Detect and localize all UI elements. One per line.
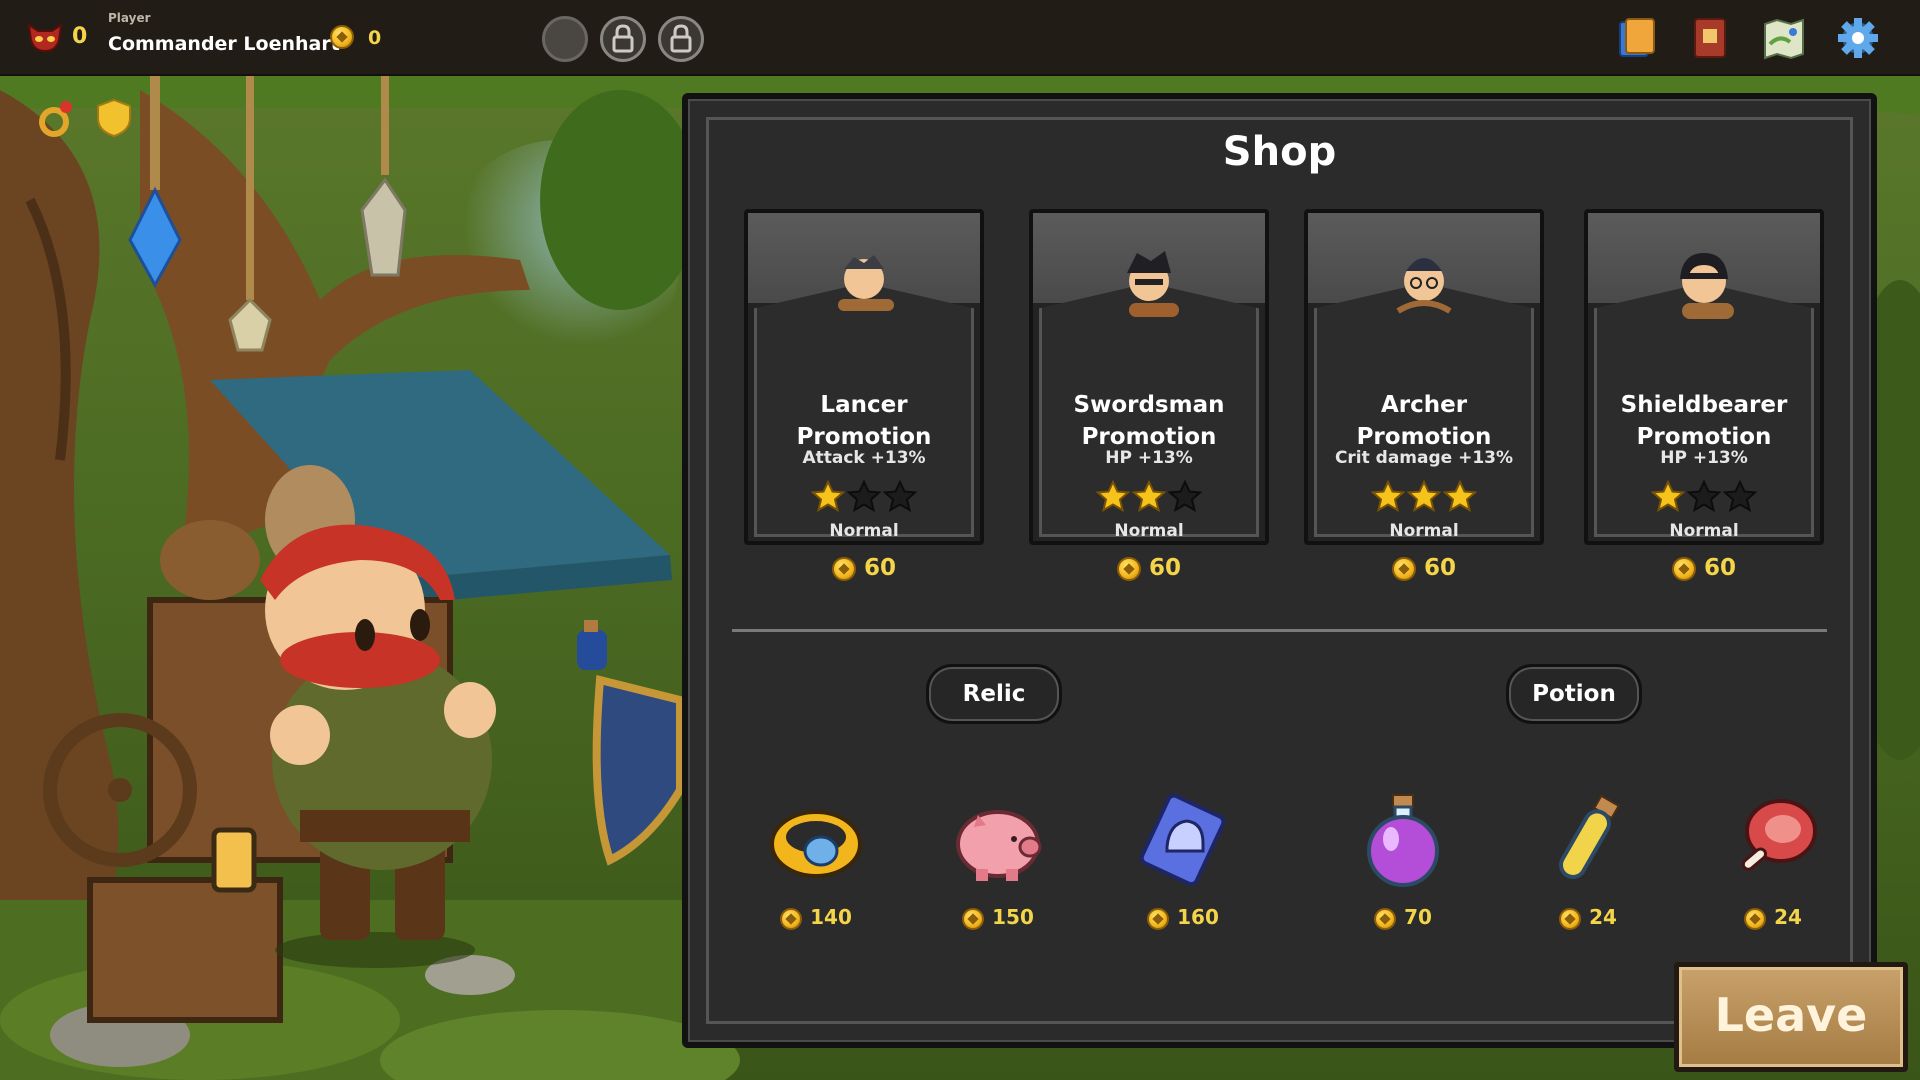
- card-rarity: Normal: [1669, 521, 1739, 541]
- item-price-value: 24: [1774, 905, 1802, 929]
- card-rarity: Normal: [829, 521, 899, 541]
- item-price-value: 150: [992, 905, 1034, 929]
- section-divider: [732, 629, 1827, 632]
- locked-slot[interactable]: [600, 16, 646, 62]
- card-price-value: 60: [1148, 555, 1181, 581]
- yellow-vial-icon: [1559, 794, 1621, 879]
- shop-item[interactable]: 150: [933, 789, 1063, 930]
- star-filled-icon: [1651, 480, 1685, 512]
- card-star-rating: [1033, 480, 1265, 516]
- item-price-value: 160: [1177, 905, 1219, 929]
- card-star-rating: [1308, 480, 1540, 516]
- item-price-value: 140: [810, 905, 852, 929]
- gold-coin-icon: [1374, 907, 1397, 930]
- star-filled-icon: [1132, 480, 1166, 512]
- piggy-bank-icon: [956, 810, 1042, 881]
- star-empty-icon: [883, 480, 917, 512]
- troop-count: 0: [72, 24, 88, 49]
- star-empty-icon: [1687, 480, 1721, 512]
- demon-mask-icon: [27, 22, 63, 53]
- card-effect: Crit damage +13%: [1334, 448, 1514, 468]
- item-price: 24: [1523, 905, 1653, 930]
- card-star-rating: [1588, 480, 1820, 516]
- star-filled-icon: [1371, 480, 1405, 512]
- star-empty-icon: [1168, 480, 1202, 512]
- shop-card-archer[interactable]: Archer Promotion Crit damage +13% Normal: [1304, 209, 1544, 545]
- leave-button[interactable]: Leave: [1674, 962, 1908, 1072]
- card-star-rating: [748, 480, 980, 516]
- item-price-value: 70: [1404, 905, 1432, 929]
- star-filled-icon: [1443, 480, 1477, 512]
- gold-coin-icon: [1671, 556, 1696, 581]
- gold-coin-icon: [1744, 907, 1767, 930]
- gold-count: 0: [368, 27, 382, 49]
- gold-coin-icon: [1116, 556, 1141, 581]
- gold-coin-icon: [1559, 907, 1582, 930]
- card-deck-icon[interactable]: [1612, 14, 1660, 62]
- card-effect: HP +13%: [1105, 448, 1193, 468]
- card-effect: HP +13%: [1660, 448, 1748, 468]
- star-empty-icon: [1723, 480, 1757, 512]
- item-price: 160: [1118, 905, 1248, 930]
- shop-item[interactable]: 70: [1338, 789, 1468, 930]
- shieldbearer-portrait-icon: [1680, 253, 1734, 319]
- item-price: 70: [1338, 905, 1468, 930]
- card-price: 60: [1304, 555, 1544, 581]
- shop-item[interactable]: 24: [1708, 789, 1838, 930]
- card-price: 60: [1584, 555, 1824, 581]
- card-price: 60: [744, 555, 984, 581]
- gold-coin-icon: [1147, 907, 1170, 930]
- empty-slot[interactable]: [542, 16, 588, 62]
- map-icon[interactable]: [1760, 14, 1808, 62]
- golden-ring-icon: [770, 810, 862, 878]
- shop-card-swordsman[interactable]: Swordsman Promotion HP +13% Normal: [1029, 209, 1269, 545]
- card-rarity: Normal: [1389, 521, 1459, 541]
- star-filled-icon: [1407, 480, 1441, 512]
- item-price: 150: [933, 905, 1063, 930]
- player-name: Commander Loenhart: [108, 33, 340, 55]
- star-filled-icon: [1096, 480, 1130, 512]
- locked-slot[interactable]: [658, 16, 704, 62]
- gold-coin-icon: [831, 556, 856, 581]
- item-price: 140: [751, 905, 881, 930]
- card-price-value: 60: [1703, 555, 1736, 581]
- card-effect: Attack +13%: [802, 448, 926, 468]
- gold-coin-icon: [330, 25, 354, 49]
- card-price-value: 60: [1423, 555, 1456, 581]
- star-filled-icon: [811, 480, 845, 512]
- meat-icon: [1741, 799, 1817, 871]
- shop-title: Shop: [1222, 129, 1337, 175]
- swordsman-portrait-icon: [1127, 251, 1179, 317]
- lancer-portrait-icon: [838, 255, 894, 311]
- archer-portrait-icon: [1396, 258, 1452, 314]
- shop-card-shieldbearer[interactable]: Shieldbearer Promotion HP +13% Normal: [1584, 209, 1824, 545]
- shop-item[interactable]: 24: [1523, 789, 1653, 930]
- lock-icon: [612, 24, 634, 53]
- potion-category-button[interactable]: Potion: [1506, 664, 1642, 724]
- shop-item[interactable]: 140: [751, 789, 881, 930]
- shop-card-lancer[interactable]: Lancer Promotion Attack +13% Normal: [744, 209, 984, 545]
- star-empty-icon: [847, 480, 881, 512]
- gold-coin-icon: [780, 907, 803, 930]
- settings-gear-icon[interactable]: [1834, 14, 1882, 62]
- card-rarity: Normal: [1114, 521, 1184, 541]
- shop-item[interactable]: 160: [1118, 789, 1248, 930]
- item-price: 24: [1708, 905, 1838, 930]
- player-label: Player: [108, 11, 151, 25]
- shop-panel: Shop Lancer Promotion Attack +13% Normal…: [682, 93, 1877, 1048]
- ring-status-icon[interactable]: [36, 98, 76, 138]
- card-price-value: 60: [863, 555, 896, 581]
- codex-book-icon[interactable]: [1686, 14, 1734, 62]
- item-price-value: 24: [1589, 905, 1617, 929]
- top-bar: 0 Player Commander Loenhart 0: [0, 0, 1920, 76]
- gold-coin-icon: [962, 907, 985, 930]
- card-price: 60: [1029, 555, 1269, 581]
- relic-category-button[interactable]: Relic: [926, 664, 1062, 724]
- shield-status-icon[interactable]: [96, 98, 132, 138]
- helmet-card-icon: [1139, 793, 1226, 887]
- purple-potion-icon: [1367, 794, 1439, 887]
- lock-icon: [670, 24, 692, 53]
- gold-coin-icon: [1391, 556, 1416, 581]
